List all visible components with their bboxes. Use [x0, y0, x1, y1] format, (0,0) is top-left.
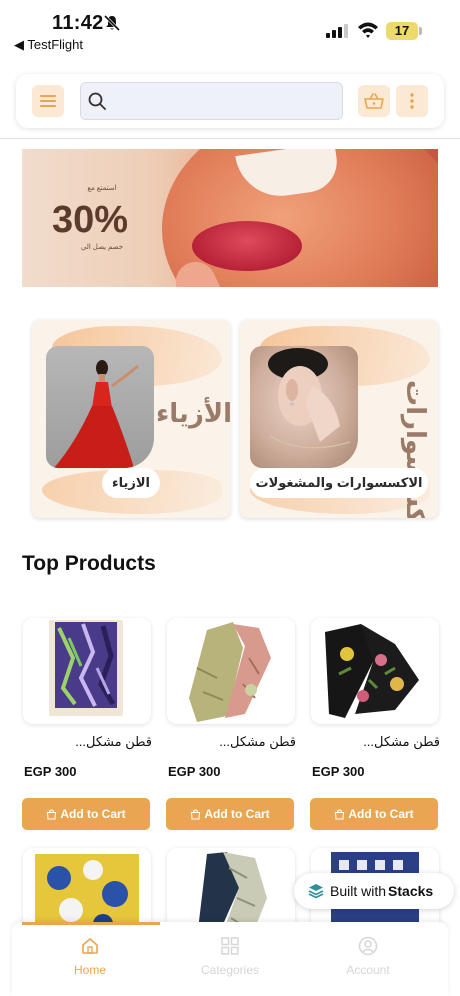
product-name: قطن مشكل...	[363, 734, 440, 749]
stacks-logo-icon	[308, 884, 324, 899]
product-photo-pink-olive-scarf	[189, 622, 271, 722]
stacks-badge-prefix: Built with	[330, 883, 387, 899]
product-price: EGP 300	[24, 764, 77, 779]
category-card-accessories[interactable]: الاكسسوارات الاكسسوارات والمشغولات	[240, 320, 438, 518]
header-divider	[0, 138, 460, 139]
shopping-bag-icon	[335, 808, 345, 820]
nav-account-label: Account	[346, 963, 390, 977]
menu-button[interactable]	[32, 85, 64, 117]
banner-sub-text: خصم يصل الي	[80, 244, 124, 251]
product-price: EGP 300	[312, 764, 365, 779]
more-options-button[interactable]	[396, 85, 428, 117]
add-to-cart-button[interactable]: Add to Cart	[22, 798, 150, 830]
banner-small-text: استمتع مع	[87, 185, 117, 192]
account-icon	[358, 936, 378, 956]
product-image[interactable]	[167, 618, 295, 724]
category-label-fashion[interactable]: الازياء	[102, 468, 160, 498]
bottom-navigation: Home Categories Account	[12, 922, 448, 996]
add-to-cart-label: Add to Cart	[348, 807, 414, 821]
section-title-top-products: Top Products	[22, 552, 156, 575]
shopping-bag-icon	[191, 808, 201, 820]
bell-muted-icon	[103, 14, 121, 32]
accessories-photo	[268, 348, 351, 449]
add-to-cart-button[interactable]: Add to Cart	[310, 798, 438, 830]
banner-lips	[192, 221, 302, 271]
search-icon	[88, 92, 106, 110]
category-title-fashion: الأزياء	[156, 398, 230, 428]
basket-icon	[364, 93, 384, 109]
battery-indicator: 17	[386, 22, 418, 40]
add-to-cart-button[interactable]: Add to Cart	[166, 798, 294, 830]
category-image-fashion	[46, 346, 154, 468]
stacks-badge-brand: Stacks	[388, 883, 434, 899]
product-name: قطن مشكل...	[75, 734, 152, 749]
product-photo-black-floral-scarf	[325, 624, 419, 718]
product-image[interactable]	[311, 618, 439, 724]
status-time: 11:42	[52, 12, 104, 34]
nav-account[interactable]: Account	[308, 936, 428, 977]
built-with-stacks-badge[interactable]: Built with Stacks	[294, 873, 454, 909]
shopping-bag-icon	[47, 808, 57, 820]
category-label-accessories[interactable]: الاكسسوارات والمشغولات	[250, 468, 428, 498]
more-vertical-icon	[410, 93, 414, 109]
active-tab-indicator	[22, 922, 160, 925]
status-bar: 11:42 ◀ TestFlight 17	[0, 0, 460, 58]
nav-categories[interactable]: Categories	[170, 936, 290, 977]
grid-icon	[221, 937, 239, 955]
wifi-icon	[358, 22, 378, 38]
product-price: EGP 300	[168, 764, 221, 779]
nav-categories-label: Categories	[200, 963, 260, 977]
nav-home[interactable]: Home	[30, 936, 150, 977]
cart-button[interactable]	[358, 85, 390, 117]
product-image[interactable]	[23, 618, 151, 724]
back-to-testflight[interactable]: ◀ TestFlight	[14, 37, 83, 53]
category-card-fashion[interactable]: الأزياء الازياء	[32, 320, 230, 518]
menu-icon	[40, 95, 56, 107]
product-photo-purple-scarf	[49, 620, 123, 716]
product-name: قطن مشكل...	[219, 734, 296, 749]
search-input[interactable]	[113, 83, 338, 119]
search-bar[interactable]	[80, 82, 343, 120]
add-to-cart-label: Add to Cart	[204, 807, 270, 821]
banner-discount: 30%	[52, 199, 129, 241]
cellular-signal-icon	[326, 24, 348, 38]
home-icon	[82, 938, 98, 954]
app-header	[16, 74, 444, 128]
promo-banner[interactable]: استمتع مع 30% خصم يصل الي	[22, 149, 438, 287]
nav-home-label: Home	[73, 963, 106, 977]
add-to-cart-label: Add to Cart	[60, 807, 126, 821]
category-image-accessories	[250, 346, 358, 468]
battery-tip	[419, 27, 422, 35]
fashion-photo	[54, 360, 139, 468]
